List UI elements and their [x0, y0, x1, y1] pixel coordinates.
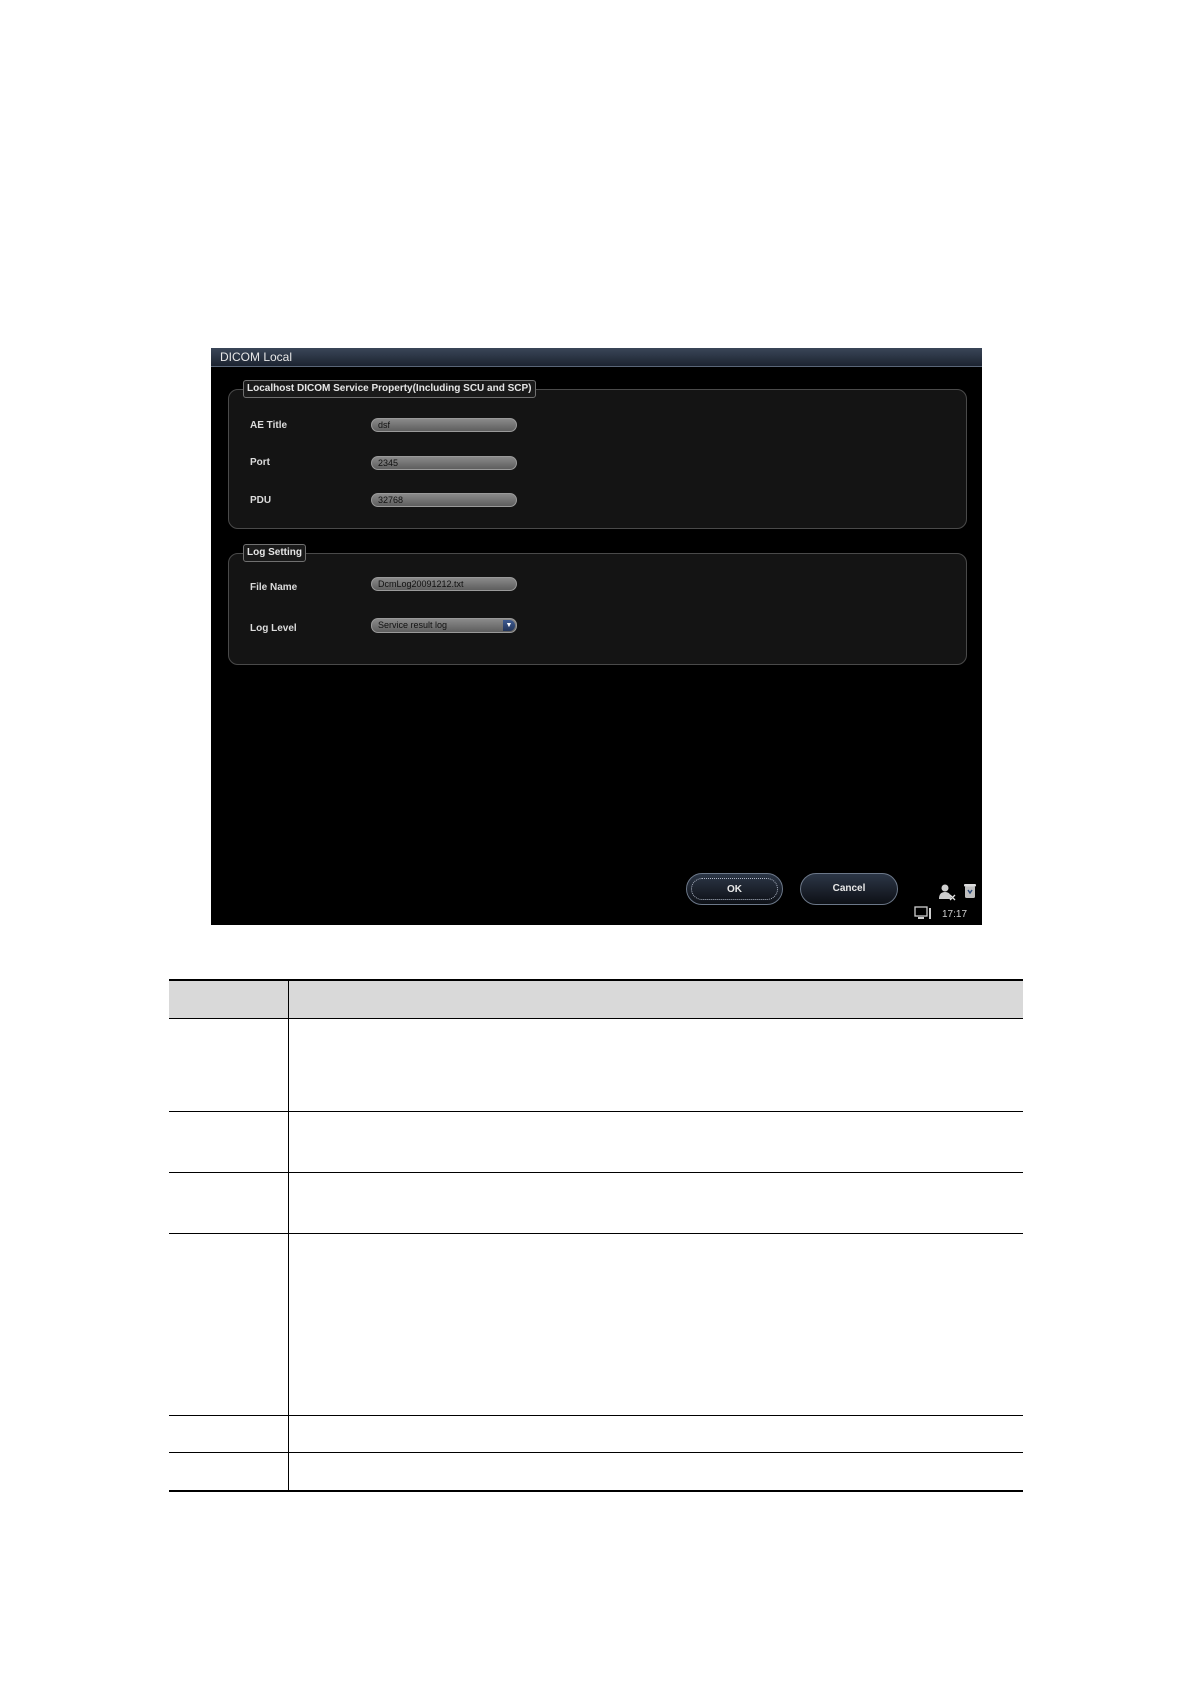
service-property-group: Localhost DICOM Service Property(Includi…	[228, 380, 967, 529]
pdu-label: PDU	[250, 495, 272, 506]
file-name-input[interactable]: DcmLog20091212.txt	[371, 577, 517, 591]
table-header-row	[169, 979, 1023, 1019]
table-row	[169, 1415, 1023, 1453]
table-row	[169, 1111, 1023, 1173]
table-header-cell	[169, 979, 289, 1019]
clock-time: 17:17	[942, 909, 968, 920]
log-level-label: Log Level	[250, 623, 297, 634]
log-level-value: Service result log	[378, 620, 448, 630]
ae-title-input[interactable]: dsf	[371, 418, 517, 432]
parameter-table	[169, 979, 1023, 1492]
table-cell	[169, 1018, 289, 1112]
port-input[interactable]: 2345	[371, 456, 517, 470]
ok-button-label: OK	[691, 878, 778, 900]
table-row	[169, 1018, 1023, 1112]
dicom-local-window: DICOM Local Localhost DICOM Service Prop…	[211, 348, 982, 925]
table-cell	[169, 1233, 289, 1416]
cancel-button[interactable]: Cancel	[800, 873, 898, 905]
table-cell	[288, 1452, 1023, 1492]
log-setting-legend: Log Setting	[243, 544, 306, 562]
chevron-down-icon[interactable]: ▼	[503, 620, 515, 631]
ok-button[interactable]: OK	[686, 873, 783, 905]
table-cell	[288, 1233, 1023, 1416]
table-row	[169, 1172, 1023, 1234]
port-label: Port	[250, 457, 270, 468]
table-cell	[169, 1111, 289, 1173]
log-level-select[interactable]: Service result log ▼	[371, 618, 517, 633]
user-icon[interactable]	[938, 883, 956, 901]
table-cell	[288, 1111, 1023, 1173]
ae-title-label: AE Title	[250, 420, 288, 431]
table-header-cell	[288, 979, 1023, 1019]
window-title: DICOM Local	[211, 348, 982, 367]
table-row	[169, 1452, 1023, 1492]
recycle-bin-icon[interactable]	[963, 883, 977, 899]
file-name-label: File Name	[250, 582, 298, 593]
log-setting-group: Log Setting File Name DcmLog20091212.txt…	[228, 544, 967, 665]
table-cell	[288, 1172, 1023, 1234]
service-property-legend: Localhost DICOM Service Property(Includi…	[243, 380, 536, 398]
table-cell	[169, 1172, 289, 1234]
table-cell	[288, 1018, 1023, 1112]
monitor-icon[interactable]	[914, 906, 932, 920]
pdu-input[interactable]: 32768	[371, 493, 517, 507]
table-cell	[169, 1415, 289, 1453]
table-cell	[288, 1415, 1023, 1453]
table-cell	[169, 1452, 289, 1492]
table-row	[169, 1233, 1023, 1416]
